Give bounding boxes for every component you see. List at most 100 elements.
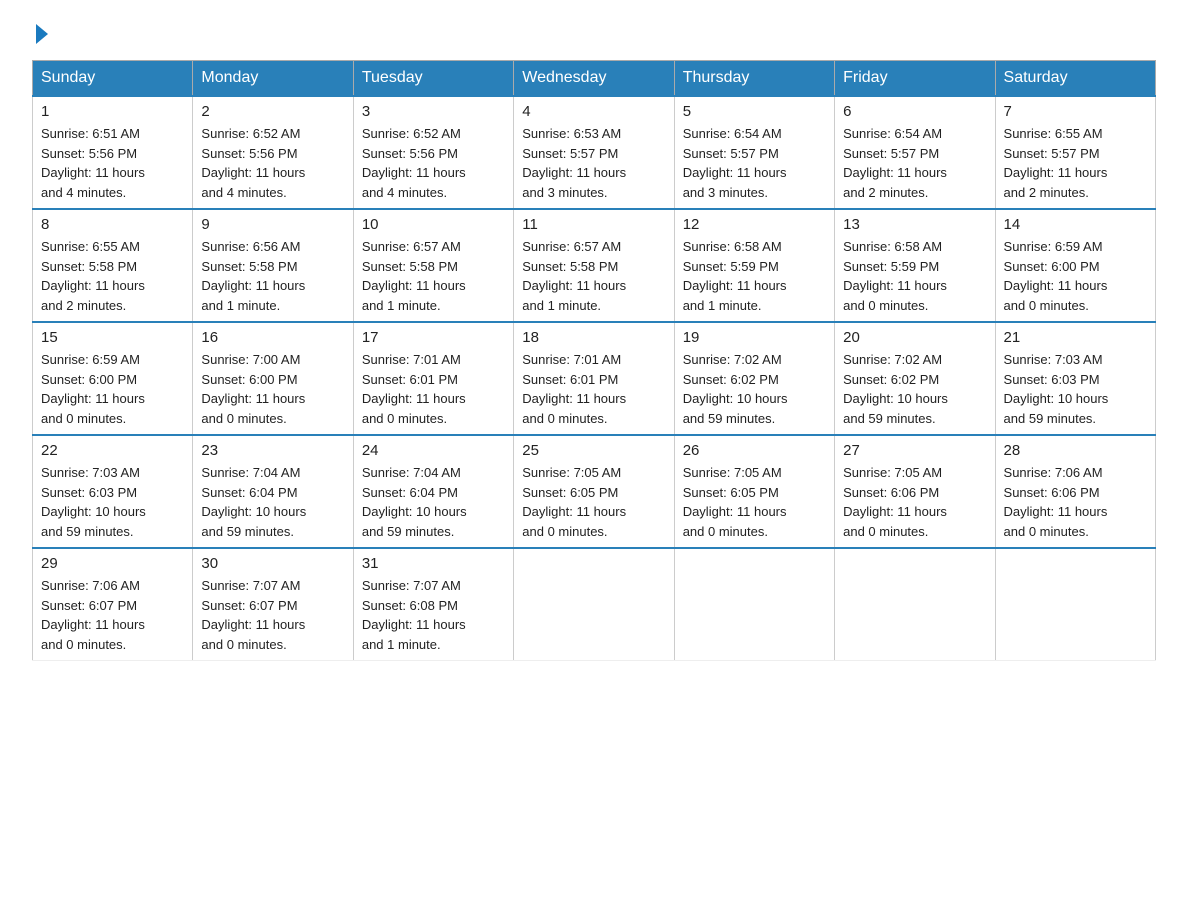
day-number: 28 (1004, 442, 1147, 459)
day-number: 7 (1004, 103, 1147, 120)
calendar-cell: 31Sunrise: 7:07 AMSunset: 6:08 PMDayligh… (353, 548, 513, 661)
day-info: Sunrise: 7:07 AMSunset: 6:07 PMDaylight:… (201, 576, 344, 654)
day-number: 30 (201, 555, 344, 572)
calendar-cell: 18Sunrise: 7:01 AMSunset: 6:01 PMDayligh… (514, 322, 674, 435)
calendar-cell: 14 Sunrise: 6:59 AMSunset: 6:00 PMDayligh… (995, 209, 1155, 322)
column-header-monday: Monday (193, 61, 353, 97)
day-number: 14 (1004, 216, 1147, 233)
calendar-header-row: SundayMondayTuesdayWednesdayThursdayFrid… (33, 61, 1156, 97)
calendar-cell: 5 Sunrise: 6:54 AMSunset: 5:57 PMDaylight… (674, 96, 834, 209)
day-info: Sunrise: 6:59 AMSunset: 6:00 PMDaylight:… (41, 350, 184, 428)
calendar-cell: 23 Sunrise: 7:04 AMSunset: 6:04 PMDayligh… (193, 435, 353, 548)
calendar-cell: 2 Sunrise: 6:52 AMSunset: 5:56 PMDaylight… (193, 96, 353, 209)
calendar-cell: 30 Sunrise: 7:07 AMSunset: 6:07 PMDayligh… (193, 548, 353, 661)
calendar-week-row: 29 Sunrise: 7:06 AMSunset: 6:07 PMDayligh… (33, 548, 1156, 661)
day-number: 16 (201, 329, 344, 346)
calendar-cell: 16 Sunrise: 7:00 AMSunset: 6:00 PMDayligh… (193, 322, 353, 435)
calendar-week-row: 15 Sunrise: 6:59 AMSunset: 6:00 PMDayligh… (33, 322, 1156, 435)
day-number: 22 (41, 442, 184, 459)
day-info: Sunrise: 7:03 AMSunset: 6:03 PMDaylight:… (41, 463, 184, 541)
day-info: Sunrise: 7:01 AMSunset: 6:01 PMDaylight:… (522, 350, 665, 428)
day-info: Sunrise: 6:58 AMSunset: 5:59 PMDaylight:… (843, 237, 986, 315)
day-info: Sunrise: 6:52 AMSunset: 5:56 PMDaylight:… (201, 124, 344, 202)
day-number: 13 (843, 216, 986, 233)
calendar-cell (995, 548, 1155, 661)
day-info: Sunrise: 6:59 AMSunset: 6:00 PMDaylight:… (1004, 237, 1147, 315)
calendar-cell: 11Sunrise: 6:57 AMSunset: 5:58 PMDayligh… (514, 209, 674, 322)
day-number: 17 (362, 329, 505, 346)
calendar-cell (514, 548, 674, 661)
column-header-thursday: Thursday (674, 61, 834, 97)
column-header-saturday: Saturday (995, 61, 1155, 97)
calendar-cell: 28 Sunrise: 7:06 AMSunset: 6:06 PMDayligh… (995, 435, 1155, 548)
day-number: 25 (522, 442, 665, 459)
day-info: Sunrise: 6:55 AMSunset: 5:58 PMDaylight:… (41, 237, 184, 315)
day-number: 31 (362, 555, 505, 572)
calendar-cell: 1 Sunrise: 6:51 AMSunset: 5:56 PMDaylight… (33, 96, 193, 209)
day-number: 23 (201, 442, 344, 459)
day-number: 2 (201, 103, 344, 120)
calendar-cell: 25 Sunrise: 7:05 AMSunset: 6:05 PMDayligh… (514, 435, 674, 548)
day-info: Sunrise: 7:05 AMSunset: 6:05 PMDaylight:… (522, 463, 665, 541)
day-number: 3 (362, 103, 505, 120)
day-number: 26 (683, 442, 826, 459)
day-info: Sunrise: 7:01 AMSunset: 6:01 PMDaylight:… (362, 350, 505, 428)
calendar-cell: 27Sunrise: 7:05 AMSunset: 6:06 PMDayligh… (835, 435, 995, 548)
logo (32, 24, 52, 44)
day-number: 10 (362, 216, 505, 233)
calendar-week-row: 8 Sunrise: 6:55 AMSunset: 5:58 PMDaylight… (33, 209, 1156, 322)
calendar-week-row: 1 Sunrise: 6:51 AMSunset: 5:56 PMDaylight… (33, 96, 1156, 209)
calendar-cell: 21 Sunrise: 7:03 AMSunset: 6:03 PMDayligh… (995, 322, 1155, 435)
day-info: Sunrise: 7:04 AMSunset: 6:04 PMDaylight:… (362, 463, 505, 541)
day-info: Sunrise: 7:02 AMSunset: 6:02 PMDaylight:… (683, 350, 826, 428)
day-info: Sunrise: 6:54 AMSunset: 5:57 PMDaylight:… (683, 124, 826, 202)
day-info: Sunrise: 7:00 AMSunset: 6:00 PMDaylight:… (201, 350, 344, 428)
day-info: Sunrise: 6:51 AMSunset: 5:56 PMDaylight:… (41, 124, 184, 202)
calendar-cell: 26 Sunrise: 7:05 AMSunset: 6:05 PMDayligh… (674, 435, 834, 548)
day-info: Sunrise: 6:54 AMSunset: 5:57 PMDaylight:… (843, 124, 986, 202)
day-number: 5 (683, 103, 826, 120)
day-info: Sunrise: 7:04 AMSunset: 6:04 PMDaylight:… (201, 463, 344, 541)
page-header (32, 24, 1156, 44)
calendar-cell: 10 Sunrise: 6:57 AMSunset: 5:58 PMDayligh… (353, 209, 513, 322)
calendar-cell: 8 Sunrise: 6:55 AMSunset: 5:58 PMDaylight… (33, 209, 193, 322)
calendar-cell: 13 Sunrise: 6:58 AMSunset: 5:59 PMDayligh… (835, 209, 995, 322)
calendar-cell: 24 Sunrise: 7:04 AMSunset: 6:04 PMDayligh… (353, 435, 513, 548)
day-number: 12 (683, 216, 826, 233)
calendar-cell: 22 Sunrise: 7:03 AMSunset: 6:03 PMDayligh… (33, 435, 193, 548)
calendar-cell: 19Sunrise: 7:02 AMSunset: 6:02 PMDayligh… (674, 322, 834, 435)
column-header-friday: Friday (835, 61, 995, 97)
day-number: 29 (41, 555, 184, 572)
day-info: Sunrise: 7:05 AMSunset: 6:05 PMDaylight:… (683, 463, 826, 541)
calendar-cell: 15 Sunrise: 6:59 AMSunset: 6:00 PMDayligh… (33, 322, 193, 435)
calendar-cell: 29 Sunrise: 7:06 AMSunset: 6:07 PMDayligh… (33, 548, 193, 661)
day-number: 8 (41, 216, 184, 233)
day-info: Sunrise: 7:02 AMSunset: 6:02 PMDaylight:… (843, 350, 986, 428)
day-info: Sunrise: 7:05 AMSunset: 6:06 PMDaylight:… (843, 463, 986, 541)
calendar-cell: 6Sunrise: 6:54 AMSunset: 5:57 PMDaylight… (835, 96, 995, 209)
day-info: Sunrise: 6:55 AMSunset: 5:57 PMDaylight:… (1004, 124, 1147, 202)
calendar-cell (835, 548, 995, 661)
calendar-cell (674, 548, 834, 661)
day-number: 15 (41, 329, 184, 346)
day-info: Sunrise: 7:06 AMSunset: 6:07 PMDaylight:… (41, 576, 184, 654)
day-info: Sunrise: 6:57 AMSunset: 5:58 PMDaylight:… (522, 237, 665, 315)
logo-arrow-icon (36, 24, 48, 44)
day-info: Sunrise: 7:03 AMSunset: 6:03 PMDaylight:… (1004, 350, 1147, 428)
calendar-cell: 7 Sunrise: 6:55 AMSunset: 5:57 PMDaylight… (995, 96, 1155, 209)
day-info: Sunrise: 6:53 AMSunset: 5:57 PMDaylight:… (522, 124, 665, 202)
calendar-cell: 20Sunrise: 7:02 AMSunset: 6:02 PMDayligh… (835, 322, 995, 435)
day-number: 21 (1004, 329, 1147, 346)
day-number: 9 (201, 216, 344, 233)
calendar-cell: 9 Sunrise: 6:56 AMSunset: 5:58 PMDaylight… (193, 209, 353, 322)
day-number: 1 (41, 103, 184, 120)
day-info: Sunrise: 6:56 AMSunset: 5:58 PMDaylight:… (201, 237, 344, 315)
day-number: 24 (362, 442, 505, 459)
day-info: Sunrise: 7:06 AMSunset: 6:06 PMDaylight:… (1004, 463, 1147, 541)
day-info: Sunrise: 6:52 AMSunset: 5:56 PMDaylight:… (362, 124, 505, 202)
calendar-cell: 4Sunrise: 6:53 AMSunset: 5:57 PMDaylight… (514, 96, 674, 209)
calendar-table: SundayMondayTuesdayWednesdayThursdayFrid… (32, 60, 1156, 661)
day-info: Sunrise: 6:57 AMSunset: 5:58 PMDaylight:… (362, 237, 505, 315)
column-header-sunday: Sunday (33, 61, 193, 97)
calendar-week-row: 22 Sunrise: 7:03 AMSunset: 6:03 PMDayligh… (33, 435, 1156, 548)
